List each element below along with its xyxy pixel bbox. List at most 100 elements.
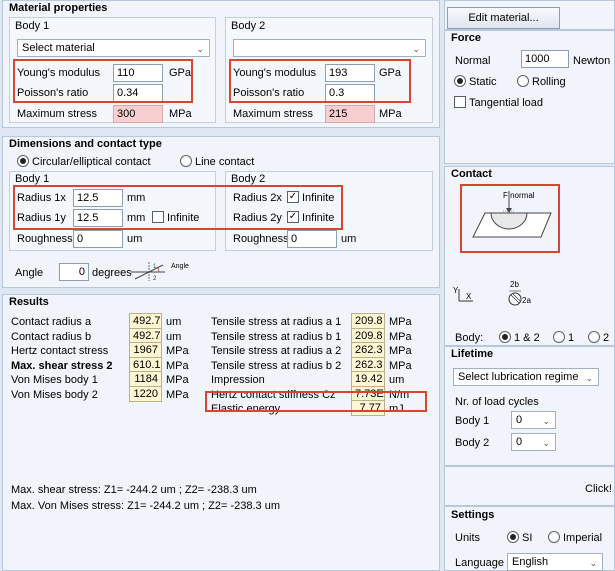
edit-material-button[interactable]: Edit material... (447, 7, 560, 29)
lifetime-body1-value: 0 (516, 414, 523, 426)
body2-youngs-input[interactable]: 193 (325, 64, 375, 82)
chevron-down-icon: ⌄ (585, 373, 593, 383)
line-contact-label: Line contact (195, 156, 255, 168)
radius-1x-input[interactable]: 12.5 (73, 189, 123, 207)
result-unit: MPa (166, 359, 189, 372)
result-label: Tensile stress at radius b 2 (211, 359, 342, 372)
material-body1-select-value: Select material (22, 42, 95, 54)
body2-maxstress-field: 215 (325, 105, 375, 123)
circular-contact-radio[interactable] (17, 155, 29, 167)
static-label: Static (469, 76, 497, 88)
body1-youngs-unit: GPa (169, 67, 192, 79)
lubrication-regime-select[interactable]: Select lubrication regime ⌄ (453, 368, 599, 386)
chevron-down-icon: ⌄ (589, 558, 597, 568)
radius-1y-infinite-label: Infinite (167, 212, 200, 224)
body-radio-1-label: 1 (568, 332, 575, 344)
lifetime-body1-label: Body 1 (455, 415, 490, 427)
radius-1y-input[interactable]: 12.5 (73, 209, 123, 227)
radius-1y-infinite-checkbox[interactable] (152, 211, 164, 223)
result-unit: um (166, 330, 182, 343)
results-footer-shear: Max. shear stress: Z1= -244.2 um ; Z2= -… (11, 484, 257, 496)
lifetime-body2-select[interactable]: 0 ⌄ (511, 433, 556, 451)
svg-text:1: 1 (153, 264, 157, 270)
force-title: Force (451, 32, 481, 44)
body1-youngs-input[interactable]: 110 (113, 64, 163, 82)
results-title: Results (9, 296, 49, 308)
body2-roughness-input[interactable]: 0 (287, 230, 337, 248)
body2-roughness-unit: um (341, 233, 357, 245)
axis-y-label: Y (453, 286, 459, 295)
units-imperial-radio[interactable] (548, 531, 560, 543)
result-label: Tensile stress at radius a 2 (211, 345, 342, 357)
result-unit: MPa (389, 359, 412, 372)
material-body1-title: Body 1 (15, 20, 50, 32)
tangential-load-label: Tangential load (469, 97, 544, 109)
static-radio[interactable] (454, 75, 466, 87)
body2-poisson-input[interactable]: 0.3 (325, 84, 375, 102)
click-panel: Click! (444, 466, 615, 506)
lifetime-panel: Lifetime Select lubrication regime ⌄ Nr.… (444, 346, 615, 466)
result-label: Von Mises body 2 (11, 388, 98, 401)
result-value: 1220 (129, 385, 162, 402)
body1-poisson-input[interactable]: 0.34 (113, 84, 163, 102)
result-unit: MPa (389, 316, 412, 328)
body-radio-2-label: 2 (603, 332, 610, 344)
radius-2x-infinite-checkbox[interactable]: ✓ (287, 191, 299, 203)
contact-title: Contact (451, 168, 492, 180)
body2-maxstress-unit: MPa (379, 108, 402, 120)
chevron-down-icon: ⌄ (542, 438, 550, 448)
contact-panel: Contact F normal Y X 2b 2a Body: 1 & 2 1… (444, 166, 615, 346)
circular-contact-label: Circular/elliptical contact (32, 156, 151, 168)
result-unit: MPa (389, 345, 412, 357)
body1-youngs-label: Young's modulus (17, 67, 101, 79)
result-unit: MPa (389, 330, 412, 343)
radius-1y-unit: mm (127, 212, 146, 224)
body1-maxstress-unit: MPa (169, 108, 192, 120)
language-select[interactable]: English ⌄ (507, 553, 603, 571)
radius-2x-label: Radius 2x (233, 192, 282, 204)
units-imperial-label: Imperial (563, 532, 603, 544)
radius-2y-infinite-label: Infinite (302, 212, 335, 224)
units-si-radio[interactable] (507, 531, 519, 543)
lifetime-body1-select[interactable]: 0 ⌄ (511, 411, 556, 429)
lifetime-body2-label: Body 2 (455, 437, 490, 449)
body1-roughness-input[interactable]: 0 (73, 230, 123, 248)
material-body2-title: Body 2 (231, 20, 266, 32)
language-label: Language (455, 557, 504, 569)
radius-1y-label: Radius 1y (17, 212, 66, 224)
rolling-label: Rolling (532, 76, 566, 88)
line-contact-radio[interactable] (180, 155, 192, 167)
material-panel: Material properties Body 1 Select materi… (2, 0, 440, 128)
result-label: Hertz contact stiffness Cz (211, 388, 336, 401)
dimensions-panel: Dimensions and contact type Circular/ell… (2, 136, 440, 288)
settings-panel: Settings Units SI Imperial Language Engl… (444, 506, 615, 571)
result-label: Tensile stress at radius b 1 (211, 330, 342, 343)
click-label[interactable]: Click! (585, 483, 612, 495)
lifetime-title: Lifetime (451, 348, 494, 360)
result-unit: N/m (389, 388, 410, 401)
result-unit: mJ (389, 403, 404, 415)
radius-2y-infinite-checkbox[interactable]: ✓ (287, 211, 299, 223)
body-radio-both[interactable] (499, 331, 511, 343)
body-select-label: Body: (455, 332, 484, 344)
angle-input[interactable]: 0 (59, 263, 89, 281)
body-radio-2[interactable] (588, 331, 600, 343)
material-body2-select[interactable]: ⌄ (233, 39, 426, 57)
normal-force-label: Normal (455, 55, 491, 67)
dim-2a-label: 2a (522, 296, 531, 305)
body1-roughness-unit: um (127, 233, 143, 245)
result-label: Elastic energy (211, 403, 281, 415)
body-radio-1[interactable] (553, 331, 565, 343)
results-footer-vonmises: Max. Von Mises stress: Z1= -244.2 um ; Z… (11, 500, 281, 512)
dimensions-title: Dimensions and contact type (9, 138, 162, 150)
radius-2x-infinite-label: Infinite (302, 192, 335, 204)
material-body1-select[interactable]: Select material ⌄ (17, 39, 210, 57)
units-si-label: SI (522, 532, 533, 544)
normal-force-input[interactable]: 1000 (521, 50, 569, 68)
radius-1x-label: Radius 1x (17, 192, 66, 204)
settings-title: Settings (451, 509, 495, 521)
tangential-load-checkbox[interactable] (454, 96, 466, 108)
rolling-radio[interactable] (517, 75, 529, 87)
language-value: English (512, 556, 549, 568)
radius-2y-label: Radius 2y (233, 212, 282, 224)
